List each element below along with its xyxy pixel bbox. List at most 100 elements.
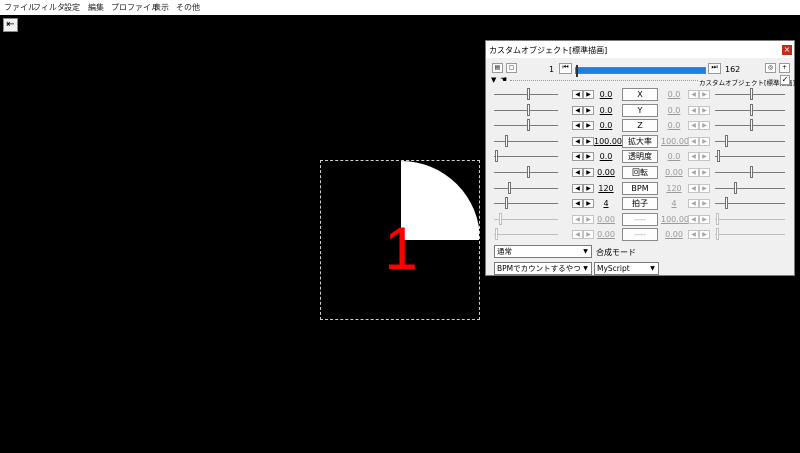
increment-icon[interactable]: ▶ <box>583 168 594 177</box>
right-slider-thumb[interactable] <box>725 197 728 210</box>
left-slider-thumb[interactable] <box>499 212 502 225</box>
decrement-icon[interactable]: ◀ <box>688 121 699 131</box>
increment-icon[interactable]: ▶ <box>583 136 594 146</box>
right-slider-thumb[interactable] <box>750 103 753 116</box>
close-icon[interactable]: × <box>782 45 792 55</box>
right-slider-thumb[interactable] <box>716 212 719 225</box>
left-slider-thumb[interactable] <box>495 150 498 163</box>
param-name-button[interactable]: X <box>622 88 658 101</box>
right-slider-thumb[interactable] <box>734 181 737 194</box>
back-arrow-icon[interactable]: ⇤ <box>3 18 18 32</box>
param-end-value[interactable]: 120 <box>661 184 687 193</box>
frame-slider-thumb[interactable] <box>576 65 578 77</box>
blend-mode-select[interactable]: 通常 ▼ <box>494 245 592 258</box>
param-end-value[interactable]: 0.0 <box>661 152 687 161</box>
category-select[interactable]: MyScript ▼ <box>594 262 659 275</box>
menu-file[interactable]: ファイル <box>4 2 36 13</box>
increment-icon[interactable]: ▶ <box>583 105 594 115</box>
frame-icon[interactable]: ▢ <box>506 63 517 73</box>
object-preview[interactable]: 1 <box>320 160 480 320</box>
param-end-value[interactable]: 0.0 <box>661 121 687 130</box>
decrement-icon[interactable]: ◀ <box>688 199 699 209</box>
menu-profile[interactable]: プロファイル <box>111 2 159 13</box>
param-name-button[interactable]: ---- <box>622 212 658 226</box>
left-slider-track[interactable] <box>494 109 558 111</box>
increment-icon[interactable]: ▶ <box>699 90 710 99</box>
param-name-button[interactable]: 透明度 <box>622 150 658 164</box>
right-slider-thumb[interactable] <box>750 119 753 132</box>
increment-icon[interactable]: ▶ <box>699 168 710 177</box>
increment-icon[interactable]: ▶ <box>699 136 710 146</box>
right-slider-thumb[interactable] <box>750 166 753 178</box>
add-icon[interactable]: + <box>779 63 790 73</box>
param-start-value[interactable]: 100.00 <box>594 137 622 146</box>
decrement-icon[interactable]: ◀ <box>688 183 699 193</box>
right-slider-track[interactable] <box>715 187 785 189</box>
increment-icon[interactable]: ▶ <box>583 214 594 224</box>
decrement-icon[interactable]: ◀ <box>572 105 583 115</box>
left-slider-track[interactable] <box>494 156 558 158</box>
right-slider-track[interactable] <box>715 156 785 158</box>
left-slider-thumb[interactable] <box>527 119 530 132</box>
increment-icon[interactable]: ▶ <box>699 199 710 209</box>
param-start-value[interactable]: 120 <box>594 184 618 193</box>
menu-view[interactable]: 表示 <box>153 2 169 13</box>
increment-icon[interactable]: ▶ <box>583 230 594 240</box>
increment-icon[interactable]: ▶ <box>583 183 594 193</box>
left-slider-track[interactable] <box>494 203 558 205</box>
left-slider-thumb[interactable] <box>527 88 530 100</box>
film-icon[interactable]: ▤ <box>492 63 503 73</box>
collapse-triangle-icon[interactable]: ▼ <box>491 76 496 84</box>
param-start-value[interactable]: 0.00 <box>594 168 618 177</box>
param-name-button[interactable]: 拍子 <box>622 197 658 211</box>
decrement-icon[interactable]: ◀ <box>572 168 583 177</box>
param-end-value[interactable]: 0.00 <box>661 168 687 177</box>
param-start-value[interactable]: 0.0 <box>594 106 618 115</box>
param-name-button[interactable]: BPM <box>622 181 658 195</box>
param-start-value[interactable]: 4 <box>594 199 618 208</box>
menu-edit[interactable]: 編集 <box>88 2 104 13</box>
param-start-value[interactable]: 0.00 <box>594 230 618 239</box>
decrement-icon[interactable]: ◀ <box>572 230 583 240</box>
decrement-icon[interactable]: ◀ <box>688 90 699 99</box>
left-slider-thumb[interactable] <box>527 103 530 116</box>
param-name-button[interactable]: Z <box>622 119 658 133</box>
menu-other[interactable]: その他 <box>176 2 200 13</box>
param-end-value[interactable]: 4 <box>661 199 687 208</box>
rewind-icon[interactable]: ⏮ <box>559 63 572 74</box>
decrement-icon[interactable]: ◀ <box>688 105 699 115</box>
right-slider-track[interactable] <box>715 234 785 236</box>
right-slider-thumb[interactable] <box>716 228 719 241</box>
decrement-icon[interactable]: ◀ <box>572 183 583 193</box>
decrement-icon[interactable]: ◀ <box>688 152 699 162</box>
right-slider-thumb[interactable] <box>717 150 720 163</box>
decrement-icon[interactable]: ◀ <box>688 214 699 224</box>
object-checkbox[interactable]: ✓ <box>780 75 790 85</box>
param-end-value[interactable]: 0.00 <box>661 230 687 239</box>
param-end-value[interactable]: 0.0 <box>661 106 687 115</box>
param-start-value[interactable]: 0.0 <box>594 90 618 99</box>
right-slider-thumb[interactable] <box>725 134 728 147</box>
param-start-value[interactable]: 0.0 <box>594 152 618 161</box>
increment-icon[interactable]: ▶ <box>583 90 594 99</box>
left-slider-thumb[interactable] <box>505 197 508 210</box>
right-slider-thumb[interactable] <box>750 88 753 100</box>
left-slider-track[interactable] <box>494 94 558 95</box>
increment-icon[interactable]: ▶ <box>699 183 710 193</box>
increment-icon[interactable]: ▶ <box>583 152 594 162</box>
param-name-button[interactable]: ---- <box>622 228 658 242</box>
param-end-value[interactable]: 0.0 <box>661 90 687 99</box>
param-end-value[interactable]: 100.00 <box>661 215 689 224</box>
decrement-icon[interactable]: ◀ <box>572 90 583 99</box>
decrement-icon[interactable]: ◀ <box>688 168 699 177</box>
left-slider-thumb[interactable] <box>527 166 530 178</box>
script-select[interactable]: BPMでカウントするやつ ▼ <box>494 262 592 275</box>
frame-slider[interactable] <box>575 65 706 77</box>
right-slider-track[interactable] <box>715 218 785 220</box>
menu-settings[interactable]: 設定 <box>64 2 80 13</box>
decrement-icon[interactable]: ◀ <box>688 136 699 146</box>
left-slider-thumb[interactable] <box>505 134 508 147</box>
left-slider-track[interactable] <box>494 218 558 220</box>
param-start-value[interactable]: 0.00 <box>594 215 618 224</box>
left-slider-track[interactable] <box>494 187 558 189</box>
